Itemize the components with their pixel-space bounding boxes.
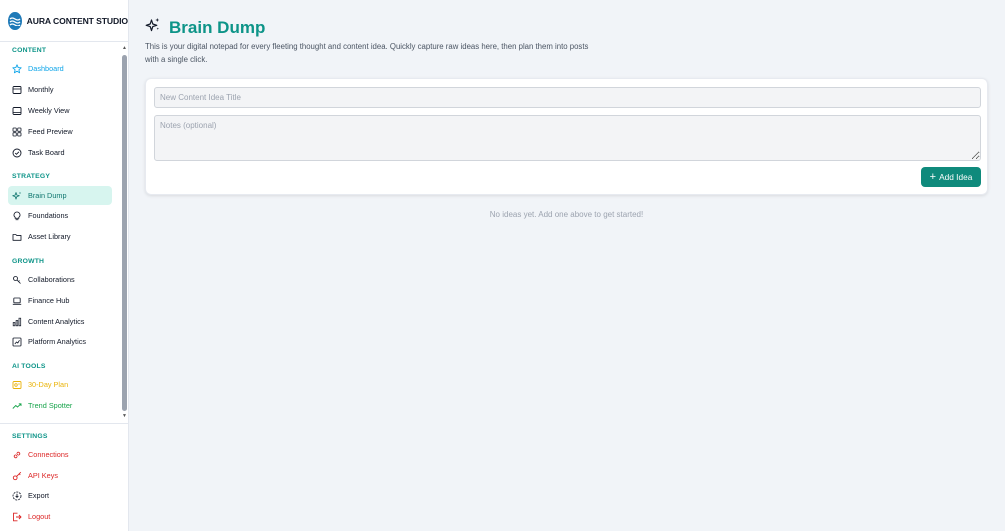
handshake-icon [12,275,22,285]
key-icon [12,471,22,481]
trending-up-icon [12,401,22,411]
sidebar-item-label: Platform Analytics [28,337,86,346]
idea-form-card: + Add Idea [145,78,988,195]
sidebar-item-label: Task Board [28,148,65,157]
calendar-icon [12,85,22,95]
logout-icon [12,512,22,522]
star-icon [12,63,22,74]
sparkles-icon [12,191,22,201]
sidebar-item-30-day-plan[interactable]: 30-Day Plan [8,375,112,394]
plus-icon: + [929,171,937,183]
sidebar-item-label: Content Analytics [28,317,85,326]
calendar-week-icon [12,106,22,116]
sidebar-item-collaborations[interactable]: Collaborations [8,270,112,289]
brand-title: AURA CONTENT STUDIO [26,15,128,26]
page-title: Brain Dump [169,17,266,37]
export-icon [12,491,22,501]
brand-logo-icon [8,11,22,30]
sidebar-item-weekly-view[interactable]: Weekly View [8,101,112,120]
sidebar-nav: CONTENT Dashboard Monthly Weekly View Fe… [0,43,120,421]
laptop-icon [12,296,22,306]
sidebar-item-label: Foundations [28,211,69,220]
sidebar-item-label: Weekly View [28,106,70,115]
sidebar-item-label: Monthly [28,85,54,94]
sidebar-item-export[interactable]: Export [8,486,112,505]
sidebar-item-asset-library[interactable]: Asset Library [8,227,112,246]
sidebar-item-label: 30-Day Plan [28,380,69,389]
sidebar: AURA CONTENT STUDIO CONTENT Dashboard Mo… [0,0,129,531]
sidebar-scrollbar[interactable]: ▲ ▼ [120,43,129,421]
add-idea-label: Add Idea [939,172,973,182]
sidebar-item-label: Trend Spotter [28,401,73,410]
sidebar-item-foundations[interactable]: Foundations [8,206,112,225]
sparkles-icon [145,17,161,38]
sidebar-item-label: Collaborations [28,275,75,284]
sidebar-item-brain-dump[interactable]: Brain Dump [8,186,112,205]
scroll-up-arrow-icon[interactable]: ▲ [122,45,127,51]
sidebar-item-label: Brain Dump [28,191,67,200]
sidebar-item-label: Export [28,491,50,500]
lightbulb-icon [12,211,22,221]
folder-icon [12,232,22,242]
sidebar-item-trend-spotter[interactable]: Trend Spotter [8,396,112,415]
link-icon [12,450,22,460]
sidebar-item-label: Connections [28,450,69,459]
sidebar-item-platform-analytics[interactable]: Platform Analytics [8,332,112,351]
add-idea-button[interactable]: + Add Idea [921,167,981,187]
check-circle-icon [12,148,22,158]
sidebar-item-monthly[interactable]: Monthly [8,80,112,99]
settings-section: SETTINGS Connections API Keys Export Log… [0,423,129,531]
sidebar-item-logout[interactable]: Logout [8,507,112,526]
chart-box-icon [12,337,22,347]
scrollbar-thumb[interactable] [122,55,127,411]
sidebar-item-label: Asset Library [28,232,71,241]
sidebar-item-feed-preview[interactable]: Feed Preview [8,122,112,141]
page-description: This is your digital notepad for every f… [145,42,589,64]
grid-icon [12,127,22,137]
sidebar-item-finance-hub[interactable]: Finance Hub [8,291,112,310]
sidebar-item-label: Logout [28,512,51,521]
plan-icon [12,380,22,390]
sidebar-item-label: Dashboard [28,64,64,73]
idea-title-input[interactable] [154,87,981,108]
sidebar-item-label: Finance Hub [28,296,70,305]
sidebar-item-connections[interactable]: Connections [8,445,112,464]
brand: AURA CONTENT STUDIO [0,0,128,42]
sidebar-item-dashboard[interactable]: Dashboard [8,59,112,78]
section-title-ai-tools: AI TOOLS [12,363,46,370]
sidebar-item-content-analytics[interactable]: Content Analytics [8,312,112,331]
section-title-settings: SETTINGS [12,433,48,440]
section-title-growth: GROWTH [12,258,45,265]
bar-chart-icon [12,317,22,327]
section-title-strategy: STRATEGY [12,173,51,180]
page-header: Brain Dump [145,17,265,38]
sidebar-item-label: API Keys [28,471,59,480]
main-content: Brain Dump This is your digital notepad … [129,0,1005,531]
empty-state-message: No ideas yet. Add one above to get start… [489,210,644,219]
idea-notes-textarea[interactable] [154,115,981,161]
sidebar-item-label: Feed Preview [28,127,73,136]
section-title-content: CONTENT [12,47,47,54]
scroll-down-arrow-icon[interactable]: ▼ [122,413,127,419]
sidebar-item-api-keys[interactable]: API Keys [8,466,112,485]
sidebar-item-task-board[interactable]: Task Board [8,143,112,162]
